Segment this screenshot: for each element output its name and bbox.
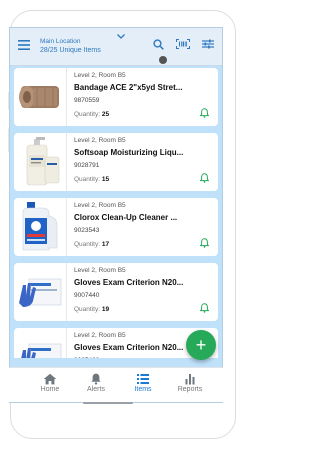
item-quantity: Quantity: 15	[74, 176, 110, 183]
unique-items-count: 28/25 Unique Items	[40, 47, 101, 54]
item-thumbnail-bandage	[17, 72, 63, 122]
bell-icon	[89, 372, 103, 385]
item-card[interactable]: Level 2, Room B5 Bandage ACE 2"x5yd Stre…	[14, 68, 218, 126]
item-sku: 9007439	[74, 357, 99, 358]
location-selector[interactable]: Main Location	[40, 38, 80, 45]
item-quantity: Quantity: 17	[74, 241, 110, 248]
item-quantity: Quantity: 19	[74, 306, 110, 313]
item-thumbnail-soap	[17, 137, 63, 187]
bell-icon[interactable]	[200, 173, 209, 183]
item-sku: 9870559	[74, 97, 100, 104]
barcode-scan-icon[interactable]	[176, 39, 190, 49]
item-quantity: Quantity: 25	[74, 111, 110, 118]
search-icon[interactable]	[153, 39, 164, 50]
nav-reports-label: Reports	[177, 386, 203, 393]
chevron-down-icon[interactable]	[117, 34, 125, 39]
item-location: Level 2, Room B5	[74, 202, 126, 209]
item-name: Gloves Exam Criterion N20...	[74, 278, 184, 287]
item-name: Bandage ACE 2"x5yd Stret...	[74, 83, 183, 92]
item-sku: 9023543	[74, 227, 100, 234]
top-app-bar: Main Location 28/25 Unique Items	[10, 28, 222, 66]
item-name: Softsoap Moisturizing Liqu...	[74, 148, 184, 157]
camera-dot	[159, 56, 167, 64]
nav-items[interactable]: Items	[120, 372, 166, 393]
add-item-button[interactable]: +	[186, 330, 216, 360]
filter-icon[interactable]	[202, 39, 214, 49]
nav-alerts[interactable]: Alerts	[73, 372, 119, 393]
item-location: Level 2, Room B5	[74, 72, 126, 79]
item-location: Level 2, Room B5	[74, 137, 126, 144]
item-location: Level 2, Room B5	[74, 267, 126, 274]
item-sku: 9028791	[74, 162, 100, 169]
bottom-navigation: Home Alerts Items Reports	[9, 367, 223, 402]
inventory-list: Level 2, Room B5 Bandage ACE 2"x5yd Stre…	[10, 66, 222, 358]
home-indicator	[83, 402, 133, 404]
bell-icon[interactable]	[200, 238, 209, 248]
bar-chart-icon	[183, 372, 197, 385]
home-icon	[43, 372, 57, 385]
nav-home[interactable]: Home	[27, 372, 73, 393]
item-thumbnail-gloves	[17, 332, 63, 358]
card-divider	[66, 133, 67, 191]
item-location: Level 2, Room B5	[74, 332, 126, 339]
item-name: Clorox Clean-Up Cleaner ...	[74, 213, 178, 222]
item-thumbnail-gloves	[17, 267, 63, 317]
card-divider	[66, 68, 67, 126]
list-icon	[136, 372, 150, 384]
nav-home-label: Home	[40, 386, 60, 393]
card-divider	[66, 198, 67, 256]
item-name: Gloves Exam Criterion N20...	[74, 343, 184, 352]
item-card[interactable]: Level 2, Room B5 Clorox Clean-Up Cleaner…	[14, 198, 218, 256]
nav-reports[interactable]: Reports	[167, 372, 213, 393]
item-thumbnail-clorox	[17, 202, 63, 252]
nav-items-label: Items	[134, 386, 152, 393]
menu-icon[interactable]	[18, 40, 30, 50]
item-card[interactable]: Level 2, Room B5 Gloves Exam Criterion N…	[14, 263, 218, 321]
card-divider	[66, 328, 67, 358]
card-divider	[66, 263, 67, 321]
bell-icon[interactable]	[200, 108, 209, 118]
item-card[interactable]: Level 2, Room B5 Softsoap Moisturizing L…	[14, 133, 218, 191]
bell-icon[interactable]	[200, 303, 209, 313]
nav-alerts-label: Alerts	[87, 386, 105, 393]
item-sku: 9007440	[74, 292, 100, 299]
